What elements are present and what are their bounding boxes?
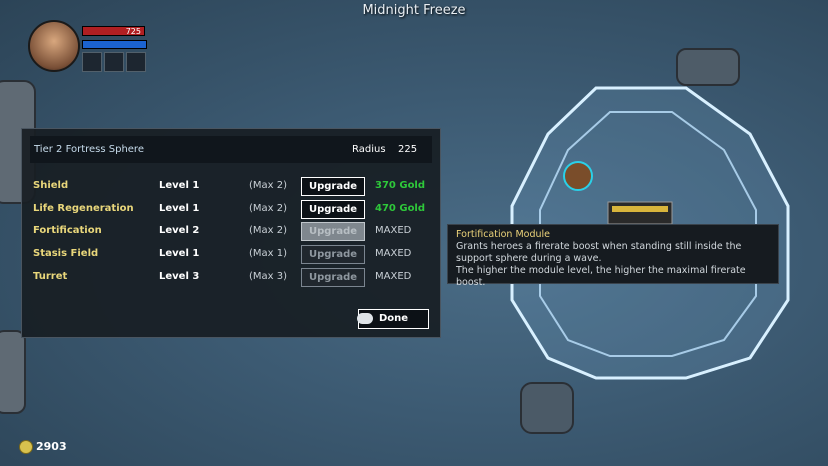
item-slot-2[interactable] [104,52,124,72]
module-row: Fortification Level 2 (Max 2) Upgrade MA… [33,222,433,242]
hero-hud: 725 [28,18,148,74]
module-cost: MAXED [375,271,412,282]
module-name: Shield [33,180,69,191]
upgrade-panel: Tier 2 Fortress Sphere Radius 225 Shield… [21,128,441,338]
health-bar: 725 [82,26,145,36]
module-row: Turret Level 3 (Max 3) Upgrade MAXED [33,268,433,288]
module-name: Turret [33,271,68,282]
module-row: Stasis Field Level 1 (Max 1) Upgrade MAX… [33,245,433,265]
zone-title: Midnight Freeze [362,3,466,18]
module-level: Level 1 [159,180,200,191]
upgrade-button[interactable]: Upgrade [301,200,365,219]
radius-label: Radius [352,144,386,155]
hazard-stripe [612,206,668,212]
controller-button-icon [357,313,373,324]
module-max: (Max 2) [249,180,288,191]
module-name: Life Regeneration [33,203,134,214]
module-row: Shield Level 1 (Max 2) Upgrade 370 Gold [33,177,433,197]
module-level: Level 2 [159,225,200,236]
tooltip: Fortification Module Grants heroes a fir… [447,224,779,288]
coin-icon [19,440,33,454]
panel-header: Tier 2 Fortress Sphere Radius 225 [30,136,432,163]
module-max: (Max 1) [249,248,288,259]
module-name: Stasis Field [33,248,99,259]
module-name: Fortification [33,225,102,236]
panel-title: Tier 2 Fortress Sphere [34,144,144,155]
hazard-crate [607,201,673,225]
mana-bar [82,40,147,49]
grenade-icon[interactable] [82,52,102,72]
module-level: Level 1 [159,248,200,259]
hero-portrait [28,20,80,72]
tooltip-title: Fortification Module [456,229,550,240]
module-cost: 370 Gold [375,180,426,191]
tooltip-line: support sphere during a wave. [456,253,602,264]
upgrade-button[interactable]: Upgrade [301,268,365,287]
module-level: Level 1 [159,203,200,214]
hero-character [563,161,593,191]
radius-value: 225 [398,144,418,155]
item-slot-3[interactable] [126,52,146,72]
module-cost: MAXED [375,248,412,259]
module-max: (Max 3) [249,271,288,282]
tooltip-line: The higher the module level, the higher … [456,265,746,288]
module-max: (Max 2) [249,203,288,214]
tooltip-line: Grants heroes a firerate boost when stan… [456,241,742,252]
upgrade-button[interactable]: Upgrade [301,222,365,241]
module-row: Life Regeneration Level 1 (Max 2) Upgrad… [33,200,433,220]
module-cost: 470 Gold [375,203,426,214]
upgrade-button[interactable]: Upgrade [301,245,365,264]
upgrade-button[interactable]: Upgrade [301,177,365,196]
gold-amount: 2903 [36,440,67,453]
module-cost: MAXED [375,225,412,236]
module-max: (Max 2) [249,225,288,236]
module-level: Level 3 [159,271,200,282]
